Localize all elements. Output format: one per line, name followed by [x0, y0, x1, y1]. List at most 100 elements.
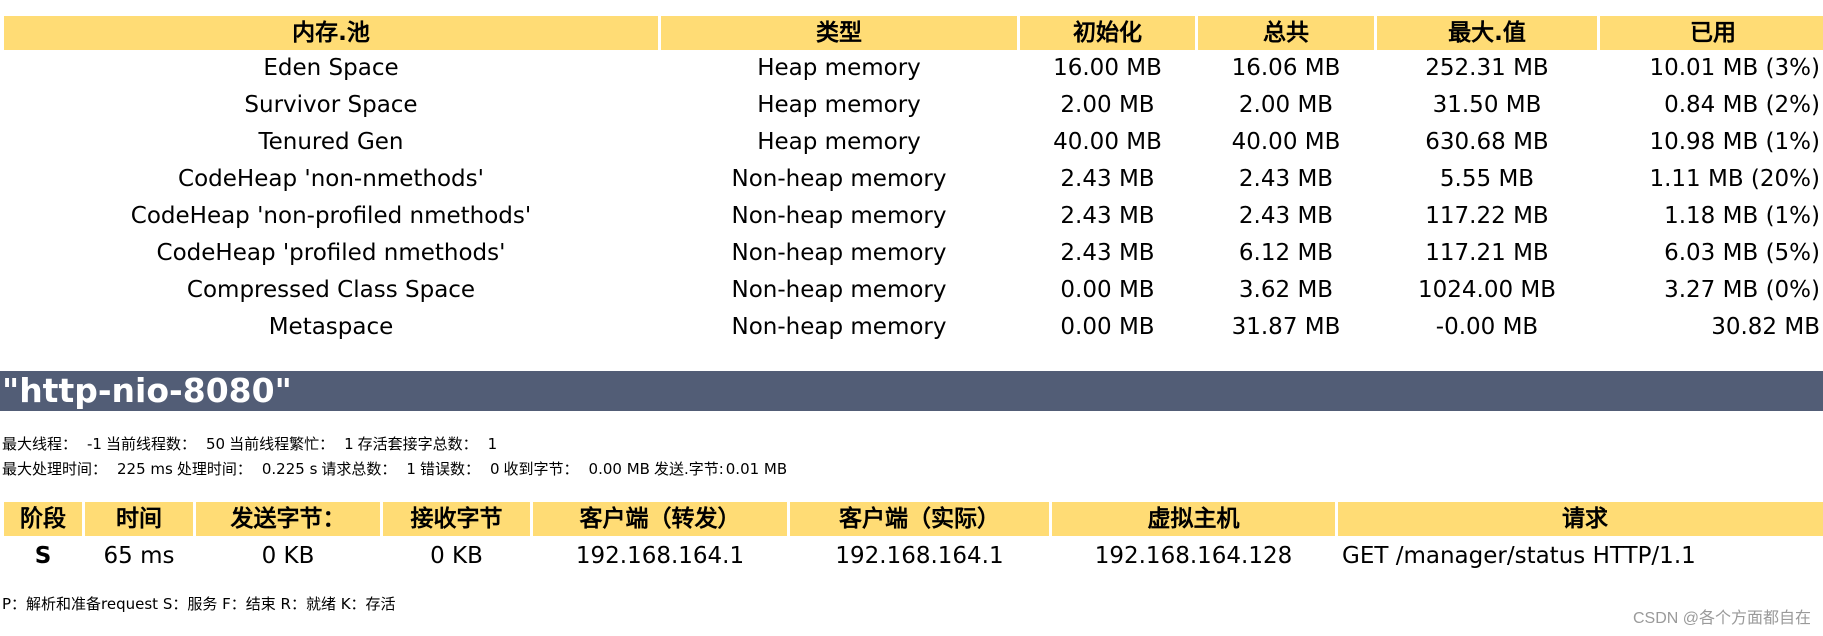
cell-total: 3.62 MB	[1238, 277, 1334, 303]
cell-pool-name: Metaspace	[268, 314, 394, 340]
request-stat-label: 请求总数：	[321, 460, 397, 478]
memory-pool-row: CodeHeap 'non-profiled nmethods' Non-heap…	[4, 198, 1823, 235]
cell-vhost: 192.168.164.128	[1094, 543, 1293, 569]
thread-stat-label: 最大线程：	[2, 435, 78, 453]
col-header-initial: 初始化	[1020, 16, 1195, 50]
cell-maximum: -0.00 MB	[1435, 314, 1539, 340]
request-stat-label: 发送.字节:	[653, 460, 724, 478]
cell-used: 30.82 MB	[1711, 314, 1820, 340]
col-header-bytes-sent: 发送字节：	[196, 502, 380, 536]
cell-initial: 2.43 MB	[1060, 166, 1155, 192]
col-header-client-forwarded: 客户端（转发）	[533, 502, 787, 536]
col-header-request: 请求	[1338, 502, 1823, 536]
request-stat-label: 最大处理时间：	[2, 460, 108, 478]
thread-stat-value: 1	[344, 435, 354, 453]
request-stats: 最大处理时间： 225 ms 处理时间： 0.225 s 请求总数： 1 错误数： 0 收到字节…	[2, 459, 791, 479]
cell-initial: 16.00 MB	[1053, 55, 1162, 81]
col-header-maximum: 最大.值	[1377, 16, 1597, 50]
cell-maximum: 630.68 MB	[1425, 129, 1549, 155]
cell-client-forwarded: 192.168.164.1	[575, 543, 745, 569]
cell-total: 6.12 MB	[1238, 240, 1334, 266]
request-stat-value: 0.225 s	[261, 460, 318, 478]
cell-type: Heap memory	[757, 55, 921, 81]
cell-used: 1.18 MB (1%)	[1664, 203, 1820, 229]
stage-legend: P：解析和准备request S：服务 F：结束 R：就绪 K：存活	[2, 595, 396, 613]
col-header-used: 已用	[1600, 16, 1823, 50]
request-stat-value: 225 ms	[117, 460, 173, 478]
cell-type: Non-heap memory	[731, 277, 947, 303]
memory-pool-row: Tenured Gen Heap memory 40.00 MB 40.00 MB 63…	[4, 124, 1823, 161]
request-stat-label: 错误数：	[419, 460, 480, 478]
cell-type: Non-heap memory	[731, 203, 947, 229]
cell-request: GET /manager/status HTTP/1.1	[1342, 543, 1696, 569]
worker-row: S 65 ms 0 KB 0 KB 192.168.164.1 192.168.164.1…	[4, 536, 1823, 576]
request-stat-value: 0.00 MB	[588, 460, 650, 478]
cell-used: 10.98 MB (1%)	[1649, 129, 1820, 155]
connector-title: "http-nio-8080"	[0, 371, 1823, 411]
cell-bytes-received: 0 KB	[430, 543, 483, 569]
cell-pool-name: Survivor Space	[244, 92, 418, 118]
cell-initial: 0.00 MB	[1060, 277, 1155, 303]
cell-used: 6.03 MB (5%)	[1664, 240, 1820, 266]
cell-initial: 2.00 MB	[1060, 92, 1155, 118]
workers-table: 阶段 时间 发送字节： 接收字节 客户端（转发） 客户端（实际） 虚拟主机 请求…	[1, 502, 1823, 576]
cell-total: 2.43 MB	[1238, 166, 1334, 192]
memory-pools-table: 内存.池 类型 初始化 总共 最大.值 已用 Eden Space Heap me…	[1, 16, 1823, 346]
memory-pool-row: Metaspace Non-heap memory 0.00 MB 31.87 MB -…	[4, 309, 1823, 346]
cell-used: 10.01 MB (3%)	[1649, 55, 1820, 81]
cell-initial: 2.43 MB	[1060, 203, 1155, 229]
col-header-client-actual: 客户端（实际）	[790, 502, 1049, 536]
cell-pool-name: Compressed Class Space	[186, 277, 476, 303]
request-stat-label: 收到字节：	[503, 460, 579, 478]
thread-stat-label: 存活套接字总数：	[357, 435, 478, 453]
cell-used: 1.11 MB (20%)	[1649, 166, 1820, 192]
request-stat-value: 0.01 MB	[725, 460, 788, 478]
cell-stage: S	[34, 543, 52, 569]
col-header-type: 类型	[661, 16, 1017, 50]
cell-type: Non-heap memory	[731, 166, 947, 192]
cell-pool-name: Eden Space	[263, 55, 399, 81]
cell-pool-name: CodeHeap 'non-nmethods'	[178, 166, 484, 192]
memory-pool-row: Eden Space Heap memory 16.00 MB 16.06 MB 252…	[4, 50, 1823, 87]
cell-used: 0.84 MB (2%)	[1664, 92, 1820, 118]
cell-type: Heap memory	[757, 92, 921, 118]
col-header-time: 时间	[85, 502, 193, 536]
cell-maximum: 117.22 MB	[1425, 203, 1549, 229]
memory-pool-row: CodeHeap 'non-nmethods' Non-heap memory 2.…	[4, 161, 1823, 198]
memory-pool-row: Survivor Space Heap memory 2.00 MB 2.00 MB 3…	[4, 87, 1823, 124]
col-header-memory-pool: 内存.池	[4, 16, 658, 50]
watermark: CSDN @各个方面都自在	[1632, 610, 1811, 627]
cell-bytes-sent: 0 KB	[261, 543, 315, 569]
col-header-vhost: 虚拟主机	[1052, 502, 1335, 536]
workers-header-row: 阶段 时间 发送字节： 接收字节 客户端（转发） 客户端（实际） 虚拟主机 请求	[4, 502, 1823, 536]
cell-maximum: 117.21 MB	[1425, 240, 1549, 266]
cell-initial: 2.43 MB	[1060, 240, 1155, 266]
cell-maximum: 1024.00 MB	[1417, 277, 1557, 303]
memory-pool-row: CodeHeap 'profiled nmethods' Non-heap mem…	[4, 235, 1823, 272]
request-stat-value: 1	[406, 460, 416, 478]
cell-type: Non-heap memory	[731, 314, 947, 340]
request-stat-label: 处理时间：	[176, 460, 252, 478]
cell-client-actual: 192.168.164.1	[835, 543, 1004, 569]
cell-time: 65 ms	[103, 543, 175, 569]
cell-pool-name: CodeHeap 'non-profiled nmethods'	[130, 203, 532, 229]
cell-pool-name: Tenured Gen	[258, 129, 404, 155]
col-header-stage: 阶段	[4, 502, 82, 536]
memory-pool-row: Compressed Class Space Non-heap memory 0.0…	[4, 272, 1823, 309]
thread-stat-label: 当前线程繁忙：	[229, 435, 335, 453]
memory-pools-header-row: 内存.池 类型 初始化 总共 最大.值 已用	[4, 16, 1823, 50]
cell-initial: 40.00 MB	[1053, 129, 1162, 155]
cell-maximum: 31.50 MB	[1432, 92, 1542, 118]
col-header-bytes-received: 接收字节	[383, 502, 530, 536]
thread-stat-value: -1	[87, 435, 102, 453]
cell-maximum: 5.55 MB	[1439, 166, 1535, 192]
cell-maximum: 252.31 MB	[1425, 55, 1549, 81]
cell-total: 31.87 MB	[1231, 314, 1341, 340]
cell-type: Non-heap memory	[731, 240, 947, 266]
cell-total: 2.43 MB	[1238, 203, 1334, 229]
request-stat-value: 0	[489, 460, 500, 478]
cell-total: 40.00 MB	[1231, 129, 1341, 155]
thread-stat-value: 1	[487, 435, 498, 453]
col-header-total: 总共	[1198, 16, 1374, 50]
thread-stat-value: 50	[206, 435, 226, 453]
